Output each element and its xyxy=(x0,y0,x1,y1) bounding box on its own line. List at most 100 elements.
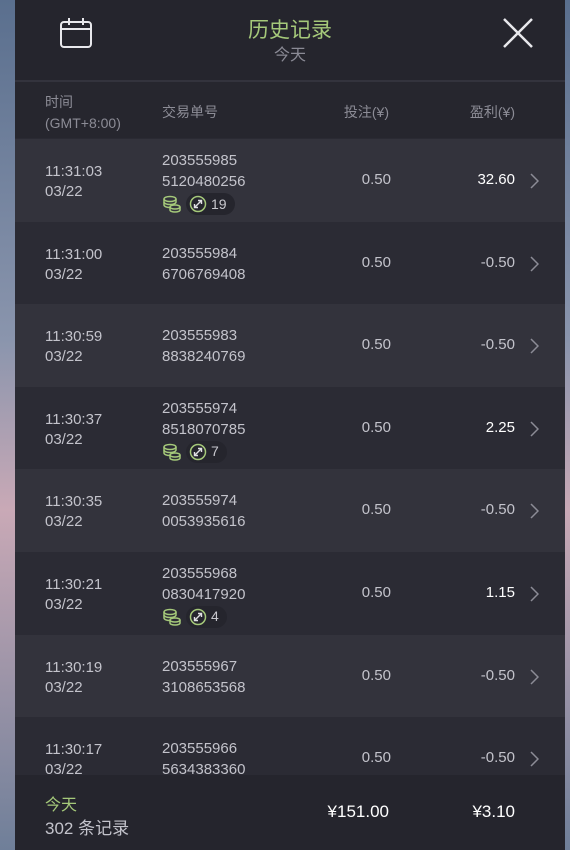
chevron-right-icon xyxy=(530,256,539,272)
row-profit: -0.50 xyxy=(480,253,515,271)
row-profit: 1.15 xyxy=(485,583,515,601)
chevron-right-icon xyxy=(530,751,539,767)
row-order-line2: 5634383360 xyxy=(162,761,246,775)
column-order: 交易单号 xyxy=(162,104,218,120)
history-row[interactable]: 11:30:17 03/22 203555966 5634383360 0.50 -0.5… xyxy=(15,717,565,775)
history-row[interactable]: 11:31:03 03/22 203555985 5120480256 19 0.50 32… xyxy=(15,139,565,222)
coins-icon xyxy=(162,442,182,462)
row-bet: 0.50 xyxy=(361,171,391,188)
column-timezone-label: (GMT+8:00) xyxy=(45,115,121,131)
row-time: 11:30:21 03/22 xyxy=(45,575,102,615)
history-panel: 历史记录 今天 时间 (GMT+8:00) 交易单号 投注(¥) 盈利(¥) 1… xyxy=(15,0,565,850)
row-bet: 0.50 xyxy=(361,418,391,436)
row-time-value: 11:30:37 xyxy=(45,410,103,428)
row-date-value: 03/22 xyxy=(45,183,83,200)
row-order-line1: 203555985 xyxy=(162,152,238,169)
row-profit: -0.50 xyxy=(480,336,515,354)
free-spin-count: 19 xyxy=(211,195,227,212)
row-time: 11:30:37 03/22 xyxy=(45,410,102,450)
total-bet: ¥151.00 xyxy=(327,802,389,821)
summary-label: 今天 xyxy=(45,797,78,814)
row-time: 11:31:00 03/22 xyxy=(45,245,102,285)
row-bet: 0.50 xyxy=(361,666,391,684)
row-badges: 19 xyxy=(162,193,245,215)
column-profit: 盈利(¥) xyxy=(469,104,515,120)
row-order-line1: 203555974 xyxy=(162,399,238,417)
row-bet: 0.50 xyxy=(361,336,391,354)
page-title: 历史记录 xyxy=(248,19,332,42)
coins-icon xyxy=(162,194,182,214)
row-order: 203555974 8518070785 7 xyxy=(162,398,245,463)
row-date-value: 03/22 xyxy=(45,265,83,283)
header: 历史记录 今天 xyxy=(15,0,565,82)
chevron-right-icon xyxy=(530,503,539,519)
row-time: 11:30:19 03/22 xyxy=(45,658,102,698)
free-spins-badge: 7 xyxy=(186,440,227,463)
row-order: 203555984 6706769408 xyxy=(162,243,245,285)
close-icon[interactable] xyxy=(501,16,535,50)
column-time: 时间 (GMT+8:00) xyxy=(45,92,121,134)
row-order: 203555968 0830417920 4 xyxy=(162,563,245,628)
row-time: 11:30:17 03/22 xyxy=(45,740,102,775)
row-profit: 2.25 xyxy=(485,418,515,436)
chevron-right-icon xyxy=(530,586,539,602)
row-time: 11:30:59 03/22 xyxy=(45,327,102,367)
row-date-value: 03/22 xyxy=(45,595,83,613)
row-order: 203555983 8838240769 xyxy=(162,325,245,367)
row-order-line1: 203555983 xyxy=(162,327,238,345)
row-time-value: 11:30:59 xyxy=(45,328,103,346)
row-time-value: 11:30:19 xyxy=(45,658,103,676)
row-date-value: 03/22 xyxy=(45,761,83,775)
row-order: 203555985 5120480256 19 xyxy=(162,150,245,215)
row-order-line2: 0053935616 xyxy=(162,513,246,531)
chevron-right-icon xyxy=(530,421,539,437)
row-order-line1: 203555984 xyxy=(162,244,238,262)
row-bet: 0.50 xyxy=(361,501,391,519)
row-order: 203555966 5634383360 xyxy=(162,738,245,775)
row-order-line2: 0830417920 xyxy=(162,585,246,603)
row-bet: 0.50 xyxy=(361,583,391,601)
column-time-label: 时间 xyxy=(45,94,73,110)
row-date-value: 03/22 xyxy=(45,678,83,696)
history-row[interactable]: 11:30:35 03/22 203555974 0053935616 0.50 -0.5… xyxy=(15,469,565,552)
free-spin-count: 4 xyxy=(211,608,219,625)
row-time-value: 11:31:00 xyxy=(45,245,103,263)
row-date-value: 03/22 xyxy=(45,348,83,366)
column-bet: 投注(¥) xyxy=(343,104,389,120)
row-time: 11:30:35 03/22 xyxy=(45,492,102,532)
row-badges: 4 xyxy=(162,605,245,628)
chevron-right-icon xyxy=(530,669,539,685)
free-spin-icon xyxy=(189,608,207,626)
row-order-line2: 5120480256 xyxy=(162,173,246,190)
row-order: 203555967 3108653568 xyxy=(162,656,245,698)
row-order-line1: 203555967 xyxy=(162,657,238,675)
history-row[interactable]: 11:30:37 03/22 203555974 8518070785 7 0.50 2.2… xyxy=(15,386,565,470)
history-row[interactable]: 11:31:00 03/22 203555984 6706769408 0.50 -0.5… xyxy=(15,221,565,305)
row-profit: -0.50 xyxy=(480,749,515,767)
row-profit: -0.50 xyxy=(480,501,515,519)
free-spins-badge: 19 xyxy=(186,193,235,215)
chevron-right-icon xyxy=(530,338,539,354)
row-bet: 0.50 xyxy=(361,253,391,271)
total-profit: ¥3.10 xyxy=(472,802,515,821)
free-spin-icon xyxy=(189,443,207,461)
free-spin-icon xyxy=(189,195,207,213)
row-profit: 32.60 xyxy=(477,171,515,188)
record-count: 302 条记录 xyxy=(45,819,130,838)
row-time-value: 11:31:03 xyxy=(45,163,103,180)
row-time-value: 11:30:35 xyxy=(45,493,103,511)
row-badges: 7 xyxy=(162,440,245,463)
column-header: 时间 (GMT+8:00) 交易单号 投注(¥) 盈利(¥) xyxy=(15,82,565,138)
coins-icon xyxy=(162,607,182,627)
row-date-value: 03/22 xyxy=(45,430,83,448)
row-time-value: 11:30:17 xyxy=(45,741,103,759)
history-row[interactable]: 11:30:21 03/22 203555968 0830417920 4 0.50 1.1… xyxy=(15,551,565,635)
row-time-value: 11:30:21 xyxy=(45,575,103,593)
row-order-line2: 3108653568 xyxy=(162,678,246,696)
history-row[interactable]: 11:30:19 03/22 203555967 3108653568 0.50 -0.5… xyxy=(15,634,565,718)
row-bet: 0.50 xyxy=(361,749,391,767)
free-spin-count: 7 xyxy=(211,443,219,460)
row-order: 203555974 0053935616 xyxy=(162,490,245,532)
history-row[interactable]: 11:30:59 03/22 203555983 8838240769 0.50 -0.5… xyxy=(15,304,565,387)
row-order-line2: 6706769408 xyxy=(162,265,246,283)
